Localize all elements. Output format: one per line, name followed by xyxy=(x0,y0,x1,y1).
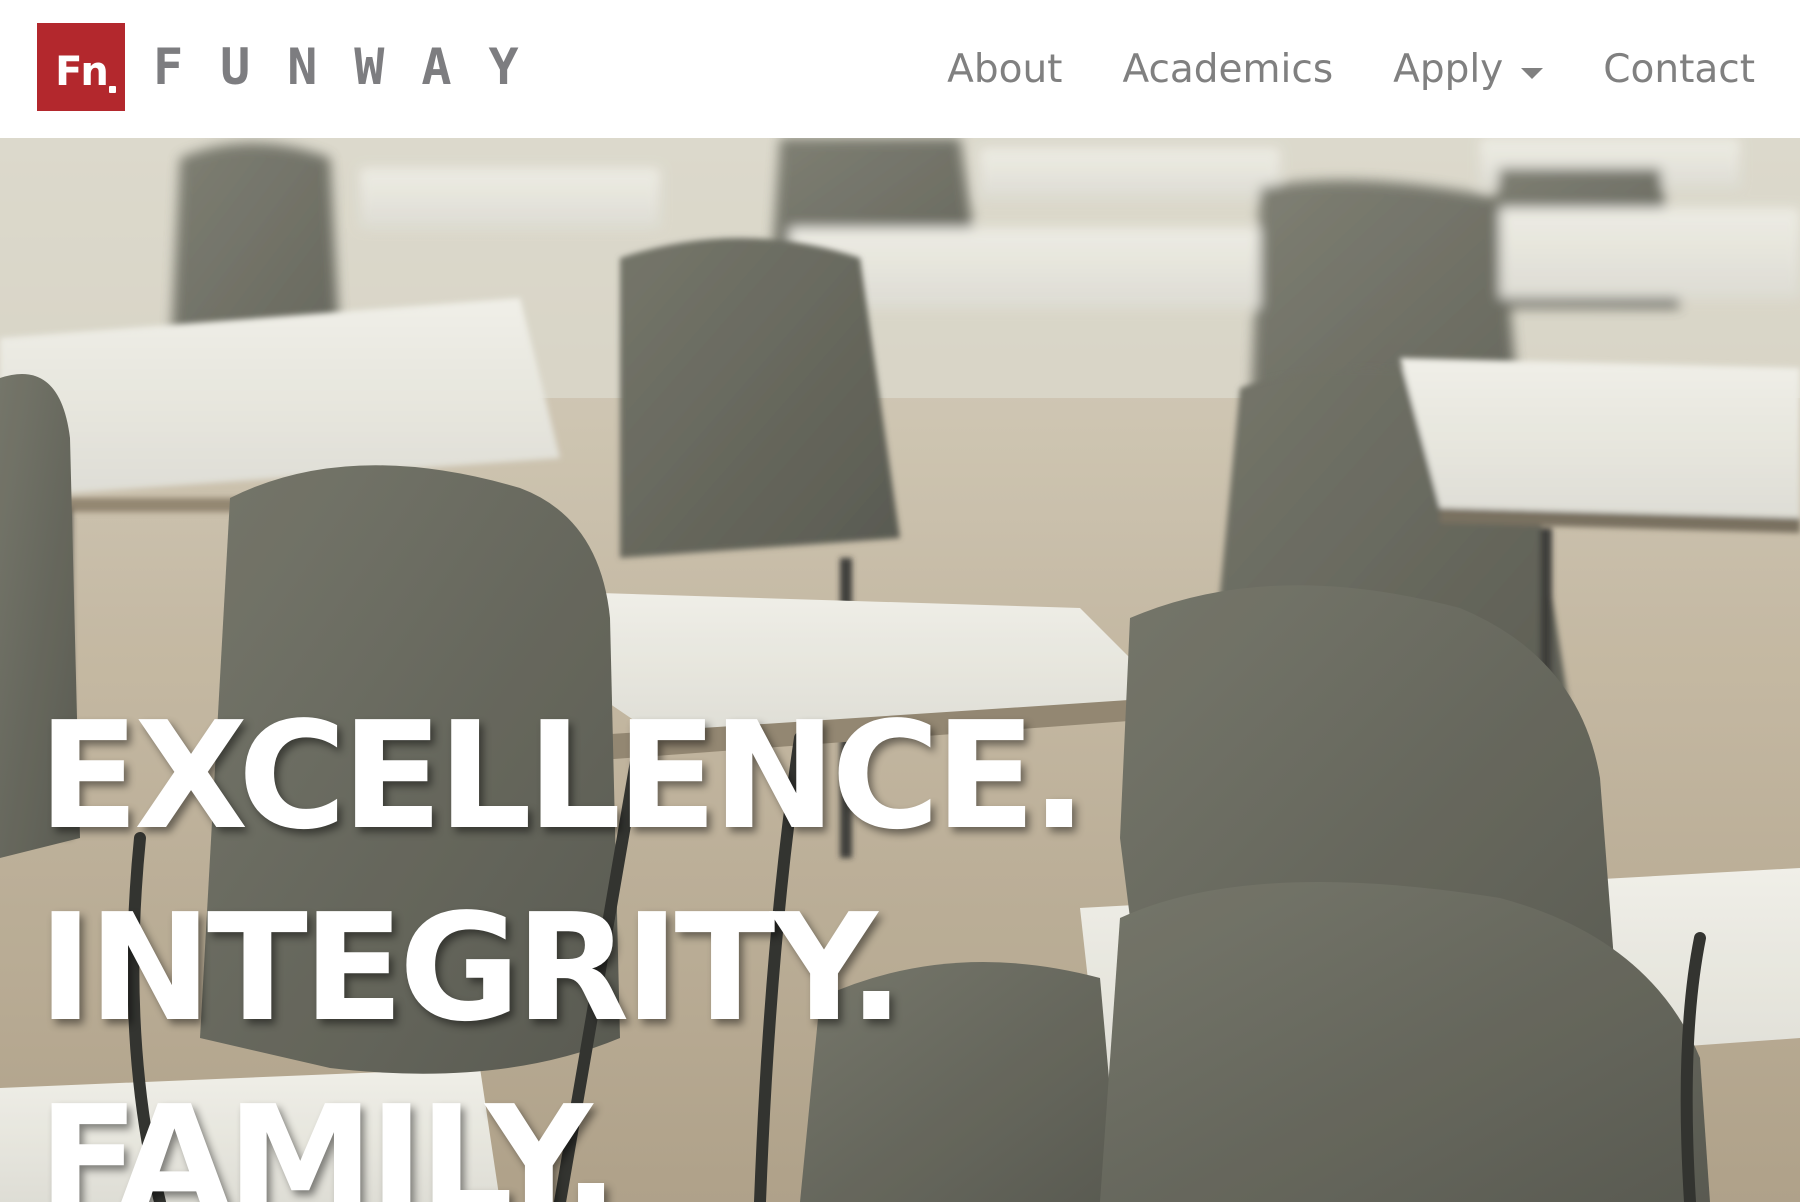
hero-headline: EXCELLENCE. INTEGRITY. FAMILY. xyxy=(38,680,1087,1202)
logo-mark-dot xyxy=(109,86,116,93)
logo-mark-icon: Fn xyxy=(37,23,125,111)
nav-item-contact[interactable]: Contact xyxy=(1603,45,1755,95)
hero-line-integrity: INTEGRITY. xyxy=(38,882,904,1054)
logo-wordmark: FUNWAY xyxy=(153,38,556,96)
nav-item-label: Academics xyxy=(1122,47,1334,92)
chevron-down-icon[interactable] xyxy=(1521,67,1544,79)
site-header: Fn FUNWAY About Academics Apply Contact xyxy=(0,0,1800,138)
nav-item-academics[interactable]: Academics xyxy=(1122,45,1333,95)
site-logo[interactable]: Fn FUNWAY xyxy=(37,23,556,111)
nav-item-label: Apply xyxy=(1393,47,1504,92)
main-nav: About Academics Apply Contact xyxy=(887,45,1755,95)
nav-item-label: Contact xyxy=(1603,47,1755,92)
hero-banner: EXCELLENCE. INTEGRITY. FAMILY. xyxy=(0,138,1800,1202)
logo-mark-text: Fn xyxy=(55,49,109,95)
hero-line-excellence: EXCELLENCE. xyxy=(38,690,1087,862)
nav-item-apply[interactable]: Apply xyxy=(1393,45,1544,95)
hero-line-family: FAMILY. xyxy=(38,1074,619,1202)
nav-item-label: About xyxy=(947,47,1063,92)
nav-item-about[interactable]: About xyxy=(947,45,1062,95)
